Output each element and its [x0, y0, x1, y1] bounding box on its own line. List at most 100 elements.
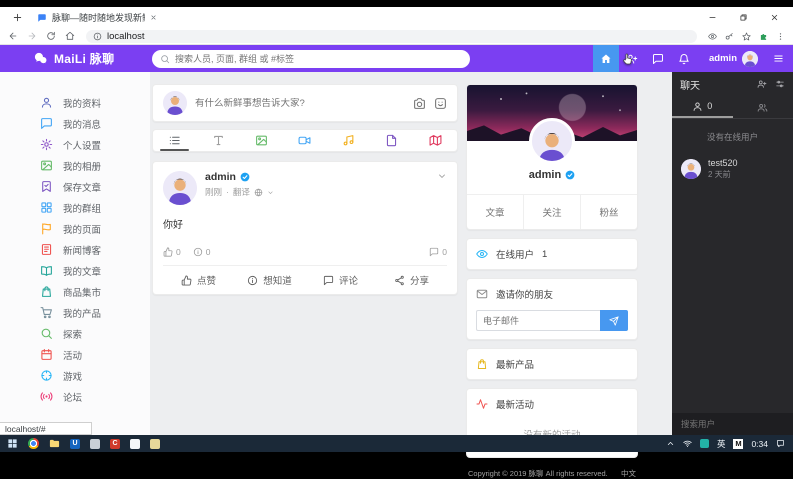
brand-name: MaiLi 脉聊 — [54, 50, 114, 67]
wonder-icon — [247, 275, 258, 286]
brand[interactable]: MaiLi 脉聊 — [0, 50, 152, 67]
url-input[interactable]: localhost — [86, 30, 697, 43]
browser-menu-icon[interactable] — [776, 32, 785, 41]
sticker-icon[interactable] — [434, 97, 447, 110]
feed-tab-photos[interactable] — [240, 130, 283, 151]
taskbar-notes-icon[interactable] — [150, 439, 160, 449]
sidebar-item-explore[interactable]: 探索 — [40, 327, 150, 340]
book-open-icon — [40, 264, 53, 277]
feed-tab-map[interactable] — [414, 130, 457, 151]
taskbar-chrome-icon[interactable] — [28, 438, 39, 449]
new-tab-button[interactable] — [12, 12, 23, 23]
camera-icon[interactable] — [413, 97, 426, 110]
back-button[interactable] — [8, 31, 18, 41]
bookmark-star-icon[interactable] — [742, 32, 751, 41]
taskbar-app-window-icon[interactable] — [90, 439, 100, 449]
search-input[interactable] — [175, 54, 462, 64]
post-author-avatar[interactable] — [163, 171, 197, 205]
password-reveal-icon[interactable] — [708, 32, 717, 41]
feed-tab-text[interactable] — [196, 130, 239, 151]
sidebar-item-saved-posts[interactable]: 保存文章 — [40, 180, 150, 193]
header-menu-icon[interactable] — [763, 45, 793, 72]
password-manager-icon[interactable] — [725, 32, 734, 41]
site-info-icon[interactable] — [93, 32, 102, 41]
sidebar-item-groups[interactable]: 我的群组 — [40, 201, 150, 214]
share-button[interactable]: 分享 — [376, 273, 447, 287]
nav-notifications-button[interactable] — [671, 45, 697, 72]
nav-messages-button[interactable] — [645, 45, 671, 72]
like-button[interactable]: 点赞 — [163, 273, 234, 287]
feed-tab-all[interactable] — [153, 130, 196, 151]
sidebar-item-games[interactable]: 游戏 — [40, 369, 150, 382]
sidebar-item-settings[interactable]: 个人设置 — [40, 138, 150, 151]
extension-icon[interactable] — [759, 32, 768, 41]
sidebar-item-messages[interactable]: 我的消息 — [40, 117, 150, 130]
tab-close-icon[interactable] — [150, 14, 157, 21]
forward-button[interactable] — [27, 31, 37, 41]
chat-bubble-icon — [40, 117, 53, 130]
feed-tab-music[interactable] — [327, 130, 370, 151]
nav-home-button[interactable] — [593, 45, 619, 72]
ime-badge[interactable]: M — [733, 439, 743, 449]
feed-tab-videos[interactable] — [283, 130, 326, 151]
sidebar-item-albums[interactable]: 我的相册 — [40, 159, 150, 172]
chat-search-bar[interactable] — [672, 413, 793, 435]
global-search[interactable] — [152, 50, 470, 68]
stat-following[interactable]: 关注 — [523, 195, 580, 229]
browser-home-button[interactable] — [65, 31, 75, 41]
sidebar-item-forum[interactable]: 论坛 — [40, 390, 150, 403]
cart-icon — [40, 306, 53, 319]
chat-user-row[interactable]: test520 2 天前 — [672, 151, 793, 187]
comment-button[interactable]: 评论 — [305, 273, 376, 287]
chat-tab-contacts[interactable]: 0 — [672, 96, 733, 118]
chat-settings-icon[interactable] — [775, 79, 785, 89]
stat-articles[interactable]: 文章 — [467, 195, 523, 229]
taskbar-app-u-icon[interactable]: U — [70, 439, 80, 449]
stat-followers[interactable]: 粉丝 — [580, 195, 637, 229]
taskbar-notepad-icon[interactable] — [130, 439, 140, 449]
composer-input[interactable] — [195, 98, 405, 109]
sidebar-item-profile[interactable]: 我的资料 — [40, 96, 150, 109]
post-translate-link[interactable]: 翻译 — [233, 186, 250, 198]
profile-name[interactable]: admin — [529, 169, 561, 181]
post-time[interactable]: 刚刚 — [205, 186, 222, 198]
sidebar-item-articles[interactable]: 我的文章 — [40, 264, 150, 277]
sidebar-item-blog[interactable]: 新闻博客 — [40, 243, 150, 256]
profile-avatar[interactable] — [529, 118, 575, 164]
feed-tab-files[interactable] — [370, 130, 413, 151]
chat-tab-groups[interactable] — [733, 96, 793, 118]
invite-email-input[interactable] — [476, 310, 600, 331]
post-author-name[interactable]: admin — [205, 171, 236, 183]
tray-overflow-icon[interactable] — [666, 439, 675, 448]
window-restore-button[interactable] — [739, 13, 748, 22]
sidebar-item-events[interactable]: 活动 — [40, 348, 150, 361]
sidebar-item-pages[interactable]: 我的页面 — [40, 222, 150, 235]
sidebar-item-marketplace[interactable]: 商品集市 — [40, 285, 150, 298]
tray-app-icon[interactable] — [700, 439, 709, 448]
chat-add-user-icon[interactable] — [757, 79, 767, 89]
sidebar-item-products[interactable]: 我的产品 — [40, 306, 150, 319]
ime-language-indicator[interactable]: 英 — [717, 438, 726, 450]
taskbar-explorer-icon[interactable] — [49, 438, 60, 449]
user-menu[interactable]: admin — [697, 51, 763, 67]
invite-send-button[interactable] — [600, 310, 628, 331]
browser-tab[interactable]: 脉聊—随时随地发现新鲜... — [37, 11, 157, 24]
reload-button[interactable] — [46, 31, 56, 41]
wonder-button[interactable]: 想知道 — [234, 273, 305, 287]
taskbar-app-c-icon[interactable]: C — [110, 439, 120, 449]
chevron-down-icon[interactable] — [267, 189, 274, 196]
header-avatar[interactable] — [742, 51, 758, 67]
chat-user-avatar — [681, 159, 701, 179]
post-options-icon[interactable] — [437, 171, 447, 181]
post-composer[interactable] — [152, 84, 458, 122]
privacy-globe-icon[interactable] — [254, 188, 263, 197]
window-minimize-button[interactable] — [708, 13, 717, 22]
activities-title: 最新活动 — [496, 397, 534, 411]
clock[interactable]: 0:34 — [751, 439, 768, 449]
language-link[interactable]: 中文 — [621, 468, 636, 479]
window-close-button[interactable] — [770, 13, 779, 22]
start-button[interactable] — [7, 438, 18, 449]
action-center-icon[interactable] — [776, 439, 785, 448]
chat-search-input[interactable] — [681, 419, 784, 429]
network-icon[interactable] — [683, 439, 692, 448]
